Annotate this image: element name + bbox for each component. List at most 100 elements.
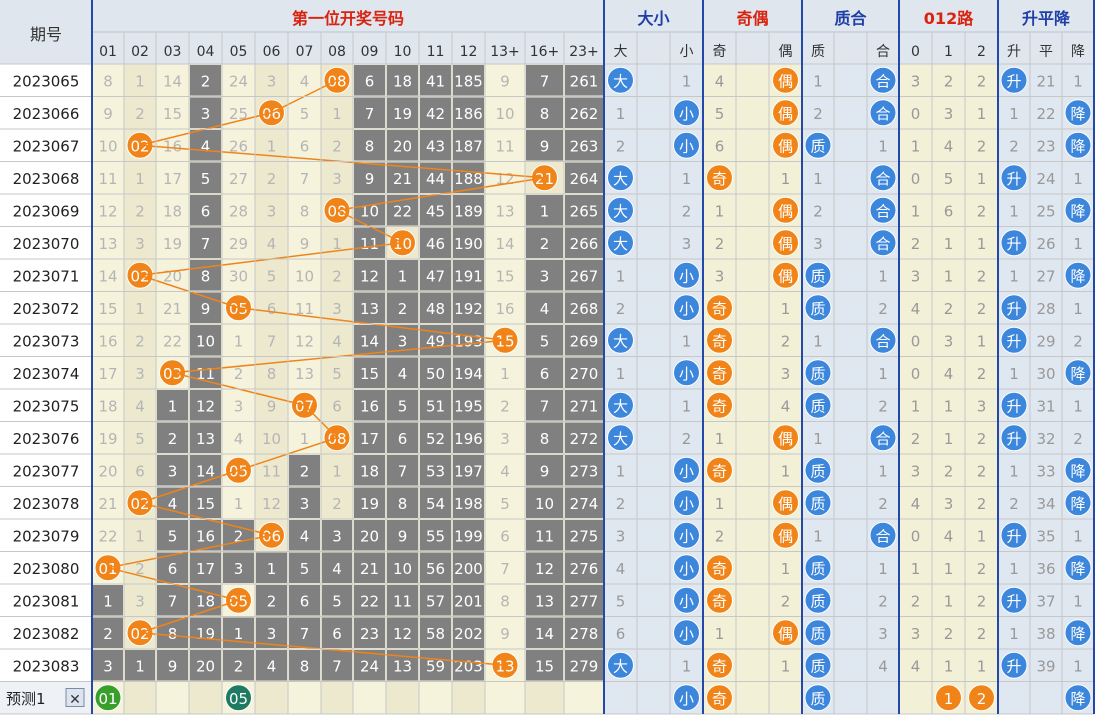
group-ball-label: 合 <box>875 170 890 188</box>
number-miss-cell: 5 <box>300 560 310 578</box>
number-miss-cell: 2 <box>267 170 277 188</box>
number-miss-cell: 2 <box>500 397 510 415</box>
number-miss-cell: 6 <box>267 300 277 318</box>
number-miss-cell: 3 <box>234 397 244 415</box>
number-miss-cell: 21 <box>98 495 117 513</box>
number-miss-cell: 19 <box>196 625 215 643</box>
number-miss-cell: 192 <box>454 300 483 318</box>
number-miss-cell: 4 <box>500 462 510 480</box>
group-ball-label: 降 <box>1070 267 1085 285</box>
number-miss-cell: 13 <box>495 202 514 220</box>
miss-count-cell: 4 <box>911 495 921 513</box>
number-miss-cell: 13 <box>98 235 117 253</box>
miss-count-cell: 1 <box>977 527 987 545</box>
number-miss-cell: 7 <box>300 625 310 643</box>
sub-col-header: 平 <box>1039 44 1053 60</box>
miss-count-cell: 1 <box>715 202 725 220</box>
number-miss-cell: 21 <box>360 560 379 578</box>
miss-count-cell: 29 <box>1036 332 1055 350</box>
number-miss-cell: 278 <box>570 625 599 643</box>
number-miss-cell: 268 <box>570 300 599 318</box>
number-miss-cell: 9 <box>201 300 211 318</box>
group-ball-label: 奇 <box>712 462 727 480</box>
miss-count-cell: 3 <box>911 267 921 285</box>
number-miss-cell: 6 <box>201 202 211 220</box>
number-miss-cell: 21 <box>163 300 182 318</box>
group-title-0: 第一位开奖号码 <box>292 9 404 28</box>
group-ball-label: 质 <box>810 592 825 610</box>
miss-count-cell: 31 <box>1036 397 1055 415</box>
group-ball-label: 大 <box>613 235 628 253</box>
number-miss-cell: 9 <box>540 137 550 155</box>
sub-col-header: 1 <box>944 44 953 60</box>
miss-count-cell: 1 <box>911 137 921 155</box>
number-miss-cell: 1 <box>168 397 178 415</box>
miss-count-cell: 3 <box>813 235 823 253</box>
miss-count-cell: 1 <box>1009 267 1019 285</box>
number-miss-cell: 12 <box>360 267 379 285</box>
miss-count-cell: 6 <box>616 625 626 643</box>
group-ball-label: 合 <box>875 332 890 350</box>
miss-count-cell: 1 <box>977 657 987 675</box>
number-miss-cell: 277 <box>570 592 599 610</box>
number-miss-cell: 16 <box>196 527 215 545</box>
number-miss-cell: 4 <box>398 365 408 383</box>
number-miss-cell: 6 <box>332 397 342 415</box>
number-miss-cell: 55 <box>426 527 445 545</box>
number-miss-cell: 11 <box>196 365 215 383</box>
miss-count-cell: 1 <box>1009 560 1019 578</box>
miss-count-cell: 2 <box>977 202 987 220</box>
miss-count-cell: 1 <box>1009 462 1019 480</box>
miss-count-cell: 4 <box>616 560 626 578</box>
number-miss-cell: 12 <box>295 332 314 350</box>
miss-count-cell: 1 <box>813 170 823 188</box>
number-miss-cell: 8 <box>540 105 550 123</box>
miss-count-cell: 2 <box>682 202 692 220</box>
number-miss-cell: 1 <box>300 430 310 448</box>
number-miss-cell: 270 <box>570 365 599 383</box>
miss-count-cell: 1 <box>682 72 692 90</box>
number-miss-cell: 12 <box>196 397 215 415</box>
period-cell: 2023070 <box>13 235 80 253</box>
number-miss-cell: 4 <box>332 560 342 578</box>
miss-count-cell: 2 <box>682 430 692 448</box>
hit-ball-label: 08 <box>327 430 346 448</box>
group-ball-label: 大 <box>613 170 628 188</box>
number-miss-cell: 11 <box>98 170 117 188</box>
number-miss-cell: 12 <box>393 625 412 643</box>
group-ball-label: 小 <box>679 300 694 318</box>
number-miss-cell: 17 <box>163 170 182 188</box>
number-miss-cell: 8 <box>300 657 310 675</box>
miss-count-cell: 1 <box>944 430 954 448</box>
miss-count-cell: 1 <box>1073 592 1083 610</box>
miss-count-cell: 6 <box>944 202 954 220</box>
group-ball-label: 合 <box>875 105 890 123</box>
miss-count-cell: 3 <box>682 235 692 253</box>
miss-count-cell: 1 <box>977 170 987 188</box>
number-miss-cell: 15 <box>360 365 379 383</box>
number-miss-cell: 2 <box>332 495 342 513</box>
miss-count-cell: 1 <box>1009 105 1019 123</box>
group-ball-label: 偶 <box>778 202 793 220</box>
miss-count-cell: 2 <box>715 527 725 545</box>
miss-count-cell: 1 <box>911 202 921 220</box>
number-miss-cell: 2 <box>135 202 145 220</box>
group-ball-label: 小 <box>679 267 694 285</box>
miss-count-cell: 2 <box>813 202 823 220</box>
hit-ball-label: 05 <box>229 592 248 610</box>
miss-count-cell: 2 <box>616 300 626 318</box>
number-miss-cell: 269 <box>570 332 599 350</box>
number-miss-cell: 54 <box>426 495 445 513</box>
period-cell: 2023075 <box>13 397 80 415</box>
number-miss-cell: 22 <box>393 202 412 220</box>
number-miss-cell: 1 <box>135 300 145 318</box>
miss-count-cell: 1 <box>616 267 626 285</box>
forecast-close-mark: ✕ <box>69 692 81 708</box>
number-miss-cell: 6 <box>332 625 342 643</box>
number-miss-cell: 7 <box>300 170 310 188</box>
miss-count-cell: 1 <box>944 397 954 415</box>
miss-count-cell: 3 <box>781 365 791 383</box>
group-ball-label: 奇 <box>712 170 727 188</box>
group-ball-label: 质 <box>810 560 825 578</box>
miss-count-cell: 3 <box>911 625 921 643</box>
